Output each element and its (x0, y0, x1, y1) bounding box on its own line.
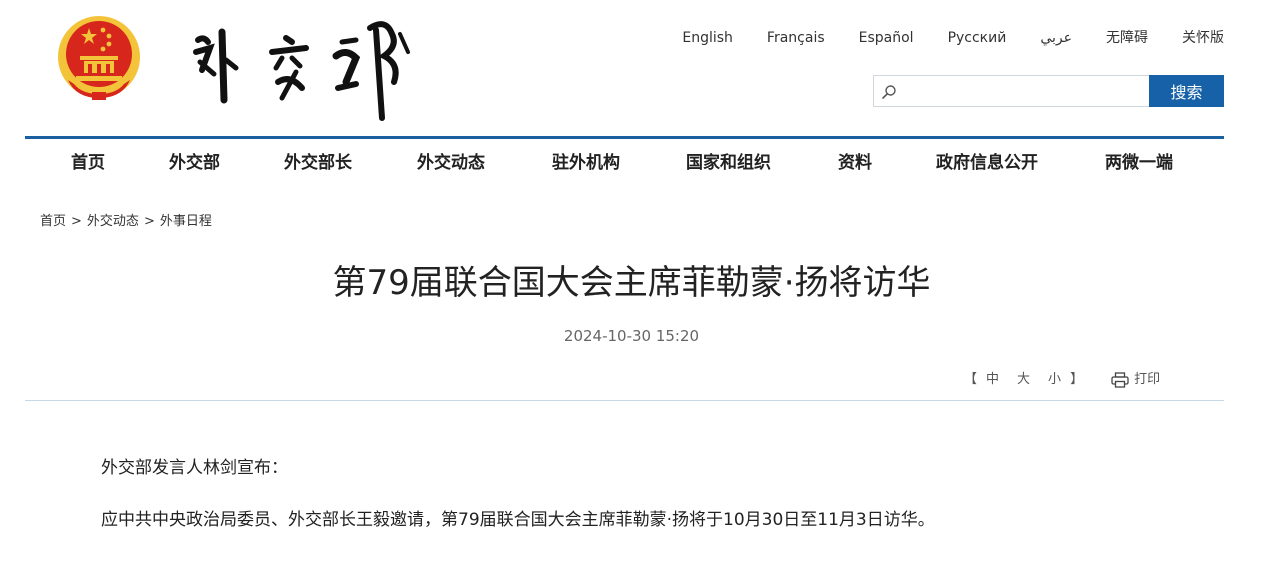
breadcrumb-separator: > (143, 214, 155, 229)
article-toolbar: 【 中 大 小 】 打印 (964, 370, 1160, 390)
nav-item-countries-organizations[interactable]: 国家和组织 (686, 152, 771, 174)
print-button[interactable]: 打印 (1111, 370, 1160, 390)
font-size-bracket-close: 】 (1070, 372, 1084, 387)
nav-item-ministry[interactable]: 外交部 (169, 152, 220, 174)
lang-spanish-link[interactable]: Español (859, 28, 914, 48)
nav-top-border (25, 136, 1224, 139)
lang-arabic-link[interactable]: عربي (1040, 28, 1072, 48)
printer-icon (1111, 372, 1129, 388)
nav-item-gov-info-disclosure[interactable]: 政府信息公开 (936, 152, 1038, 174)
breadcrumb-separator: > (71, 214, 82, 229)
breadcrumb: 首页 > 外交动态 > 外事日程 (40, 212, 212, 232)
article-paragraph: 外交部发言人林剑宣布： (101, 458, 288, 478)
nav-item-minister[interactable]: 外交部长 (284, 152, 352, 174)
article-datetime: 2024-10-30 15:20 (563, 327, 700, 345)
search-button[interactable]: 搜索 (1149, 75, 1224, 107)
lang-russian-link[interactable]: Русский (948, 28, 1007, 48)
elderly-care-mode-link[interactable]: 关怀版 (1182, 28, 1224, 48)
font-size-medium-button[interactable]: 大 (1017, 370, 1030, 390)
article-paragraph: 应中共中央政治局委员、外交部长王毅邀请，第79届联合国大会主席菲勒蒙·扬将于10… (101, 510, 935, 530)
search-icon (882, 85, 896, 99)
article-title: 第79届联合国大会主席菲勒蒙·扬将访华 (332, 263, 931, 303)
nav-item-missions-overseas[interactable]: 驻外机构 (552, 152, 620, 174)
nav-item-home[interactable]: 首页 (71, 152, 105, 174)
nav-item-diplomatic-news[interactable]: 外交动态 (417, 152, 485, 174)
search-box (873, 75, 1149, 107)
lang-french-link[interactable]: Français (767, 28, 825, 48)
print-label: 打印 (1134, 372, 1161, 387)
language-bar: English Français Español Русский عربي 无障… (682, 28, 1224, 48)
font-size-large-button[interactable]: 中 (986, 370, 999, 390)
breadcrumb-schedule[interactable]: 外事日程 (160, 214, 212, 229)
article-divider (25, 400, 1224, 401)
national-emblem-icon[interactable] (56, 12, 142, 102)
breadcrumb-home[interactable]: 首页 (40, 214, 66, 229)
lang-english-link[interactable]: English (682, 28, 733, 48)
ministry-calligraphy-logo[interactable] (186, 12, 418, 124)
main-nav: 首页 外交部 外交部长 外交动态 驻外机构 国家和组织 资料 政府信息公开 两微… (25, 140, 1224, 186)
accessibility-link[interactable]: 无障碍 (1106, 28, 1148, 48)
search-bar: 搜索 (873, 75, 1224, 107)
font-size-bracket-open: 【 (964, 372, 978, 387)
breadcrumb-diplomatic-news[interactable]: 外交动态 (87, 214, 139, 229)
nav-item-resources[interactable]: 资料 (838, 152, 872, 174)
nav-item-social-media[interactable]: 两微一端 (1105, 152, 1173, 174)
font-size-small-button[interactable]: 小 (1048, 370, 1061, 390)
search-input[interactable] (874, 76, 1149, 106)
